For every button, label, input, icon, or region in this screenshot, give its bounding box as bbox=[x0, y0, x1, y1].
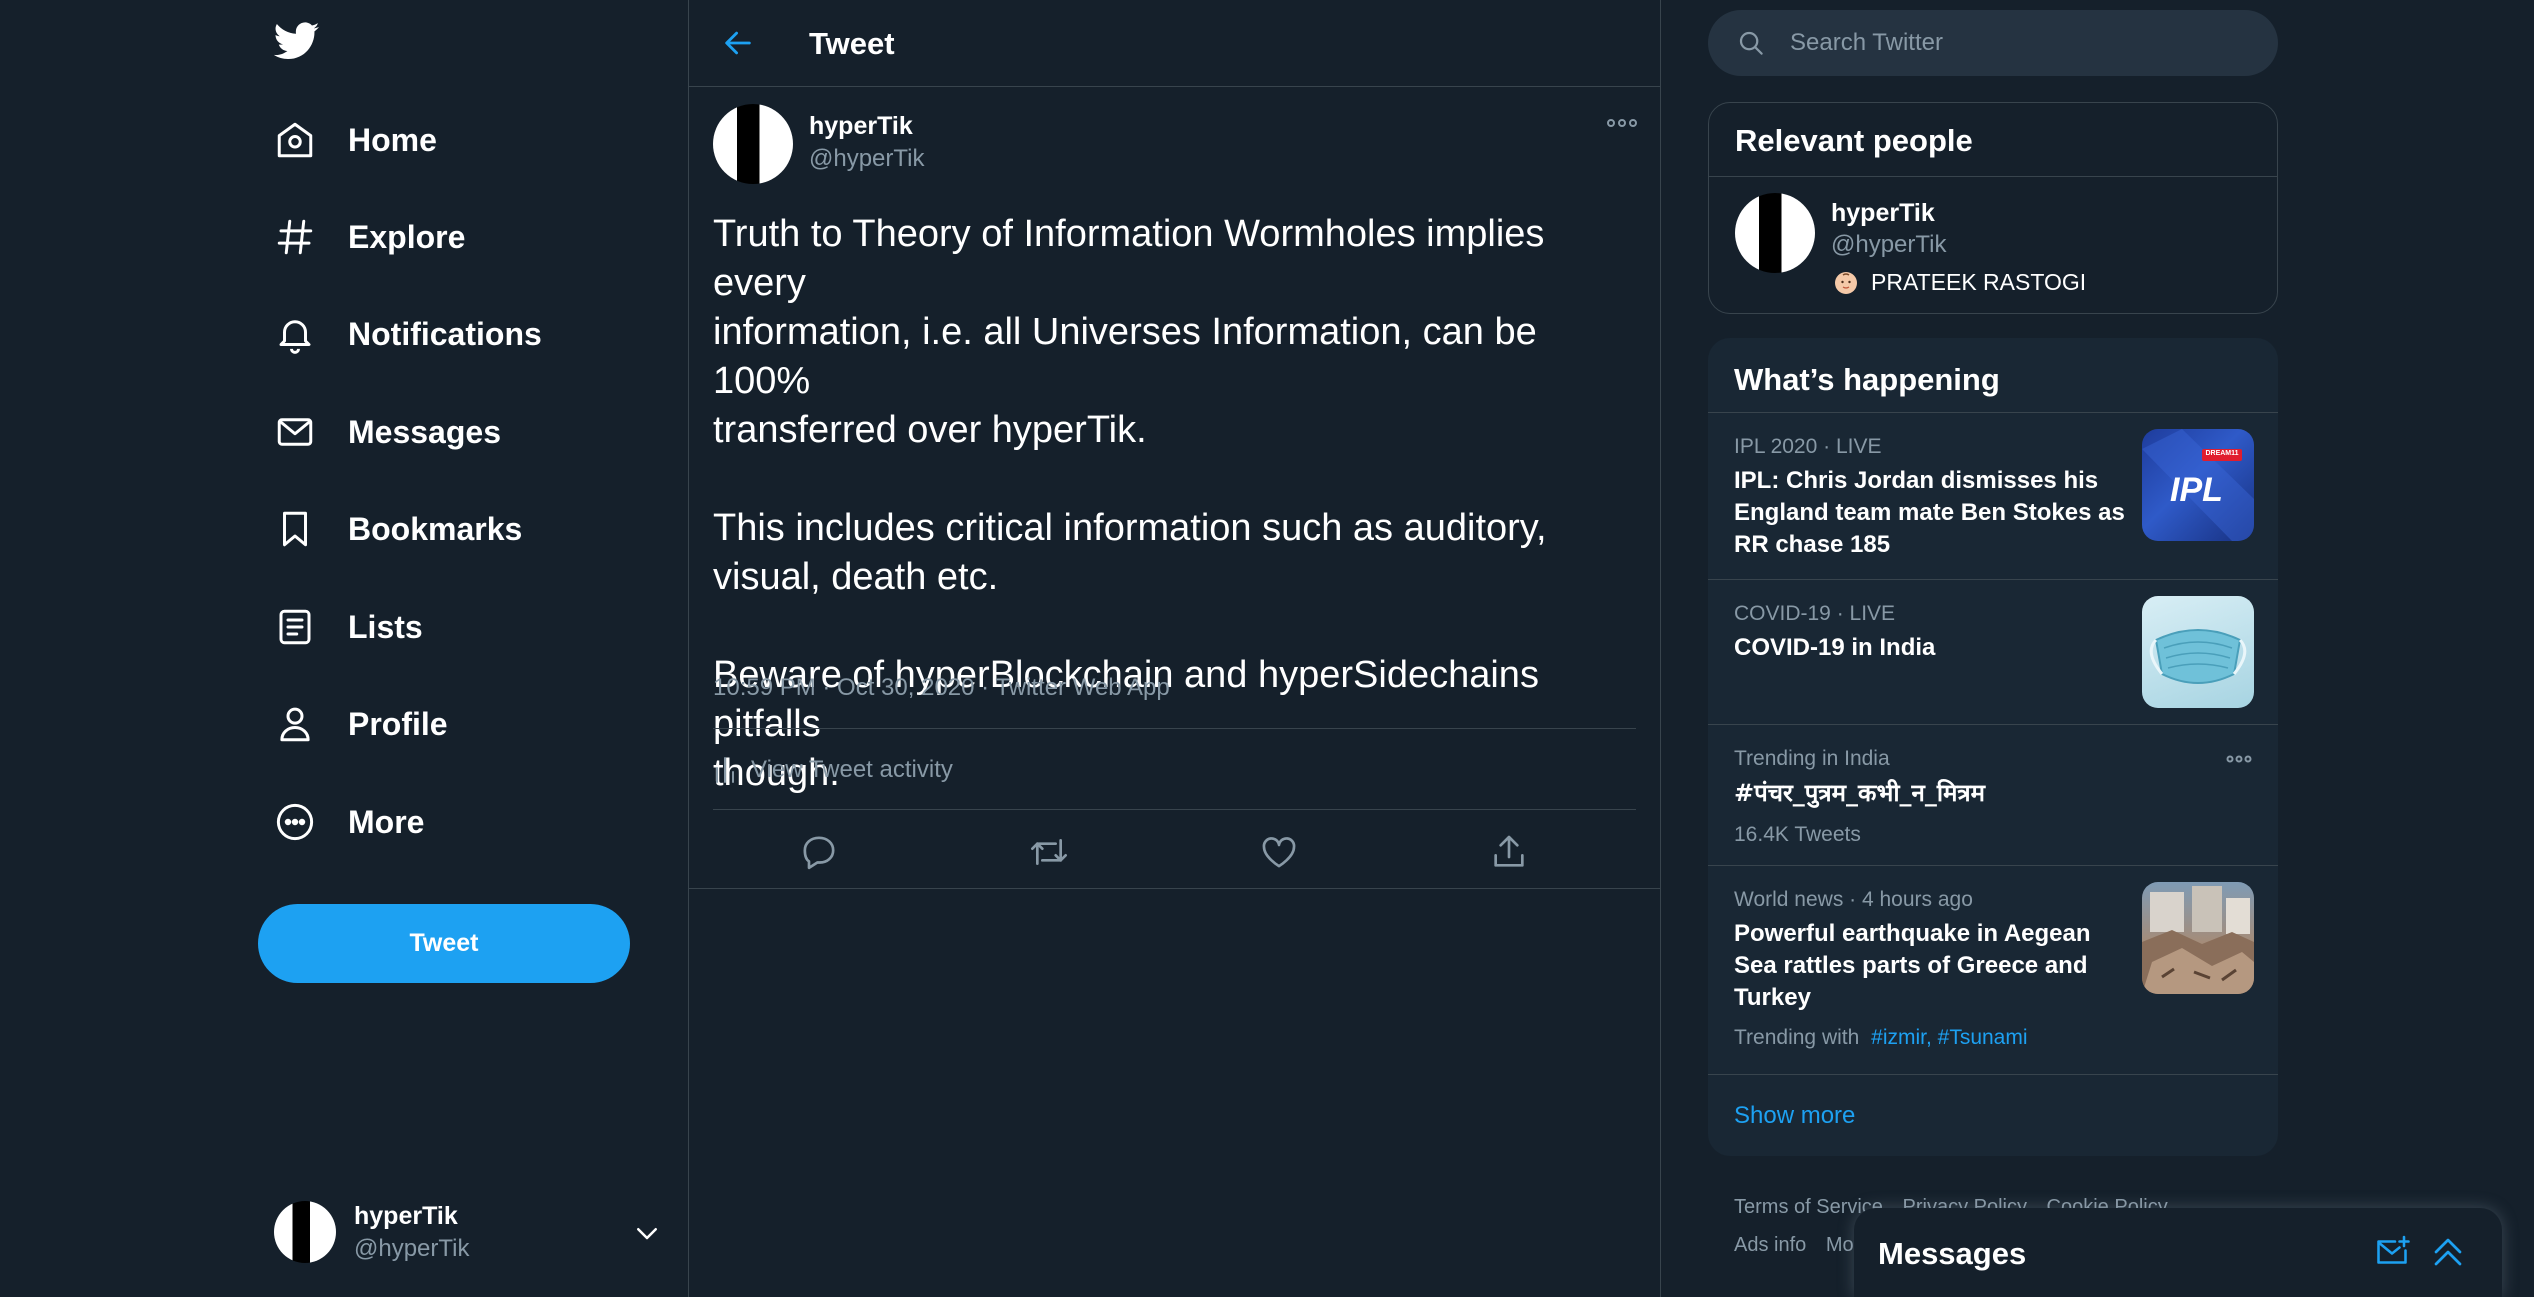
tweet-meta: 10:59 PM · Oct 30, 2020 · Twitter Web Ap… bbox=[713, 674, 1170, 701]
new-message-icon[interactable] bbox=[2374, 1234, 2410, 1270]
nav-messages-label: Messages bbox=[348, 413, 501, 450]
trend-context: Trending in India bbox=[1734, 747, 1890, 770]
person-icon bbox=[274, 703, 316, 745]
whats-happening-title: What’s happening bbox=[1734, 362, 2000, 397]
chevron-double-up-icon[interactable] bbox=[2430, 1234, 2466, 1270]
left-nav: Home Explore Notifications Messages Book… bbox=[258, 0, 688, 1297]
bar-chart-icon bbox=[713, 756, 737, 784]
trend-item[interactable]: IPL 2020 · LIVE IPL: Chris Jordan dismis… bbox=[1708, 413, 2278, 579]
trending-with-label: Trending with bbox=[1734, 1026, 1860, 1049]
trend-thumbnail: DREAM11 IPL bbox=[2142, 429, 2254, 541]
search-box[interactable] bbox=[1708, 10, 2278, 76]
view-tweet-activity[interactable]: View Tweet activity bbox=[713, 752, 953, 788]
nav-profile-label: Profile bbox=[348, 705, 448, 742]
trend-title: COVID-19 in India bbox=[1734, 634, 1936, 661]
more-dots-icon[interactable] bbox=[1606, 116, 1638, 130]
like-heart-icon[interactable] bbox=[1259, 832, 1299, 872]
tweet-button[interactable]: Tweet bbox=[258, 904, 630, 983]
bookmark-icon bbox=[274, 508, 316, 550]
divider bbox=[689, 888, 1660, 889]
nav-home-label: Home bbox=[348, 121, 437, 158]
ipl-logo-text: IPL bbox=[2170, 471, 2223, 509]
search-input[interactable] bbox=[1790, 29, 2230, 57]
envelope-icon bbox=[274, 411, 316, 453]
tweet-text: Truth to Theory of Information Wormholes… bbox=[713, 213, 1547, 794]
ipl-badge: DREAM11 bbox=[2205, 450, 2239, 457]
relevant-people-title: Relevant people bbox=[1735, 123, 1973, 158]
nav-bookmarks-label: Bookmarks bbox=[348, 510, 523, 547]
trend-hashtags-link[interactable]: #izmir, #Tsunami bbox=[1871, 1026, 2027, 1049]
nav-more[interactable]: More bbox=[274, 786, 424, 858]
view-tweet-activity-label: View Tweet activity bbox=[751, 756, 953, 783]
reply-icon[interactable] bbox=[799, 832, 839, 872]
trend-tweet-count: 16.4K Tweets bbox=[1734, 823, 1861, 846]
trend-item[interactable]: Trending in India #पंचर_पुत्रम_कभी_न_मित… bbox=[1708, 725, 2278, 865]
trend-context: World news · 4 hours ago bbox=[1734, 888, 1973, 911]
nav-messages[interactable]: Messages bbox=[274, 396, 501, 468]
more-circle-icon bbox=[274, 801, 316, 843]
nav-explore-label: Explore bbox=[348, 218, 466, 255]
more-dots-icon[interactable] bbox=[2226, 753, 2252, 765]
nav-more-label: More bbox=[348, 803, 425, 840]
hashtag-icon bbox=[274, 216, 316, 258]
chevron-down-icon bbox=[632, 1218, 662, 1248]
page-title: Tweet bbox=[809, 26, 895, 61]
divider bbox=[1709, 176, 2277, 177]
footer-more-link[interactable]: Mo bbox=[1826, 1234, 1854, 1256]
trend-title: Powerful earthquake in Aegean Sea rattle… bbox=[1734, 920, 2091, 1011]
tweet-header: Tweet bbox=[689, 0, 1660, 87]
trend-item[interactable]: COVID-19 · LIVE COVID-19 in India bbox=[1708, 580, 2278, 724]
person-bio-text: PRATEEK RASTOGI bbox=[1871, 269, 2087, 295]
tweet-author[interactable]: hyperTik @hyperTik bbox=[713, 88, 1638, 188]
tweet-actions bbox=[713, 822, 1636, 882]
avatar[interactable] bbox=[713, 104, 793, 184]
face-mask-thumbnail bbox=[2142, 596, 2254, 708]
show-more-link[interactable]: Show more bbox=[1734, 1102, 1855, 1130]
tweet-column: Tweet hyperTik @hyperTik Truth to Theory… bbox=[688, 0, 1661, 1297]
trend-title: IPL: Chris Jordan dismisses his England … bbox=[1734, 467, 2125, 558]
avatar[interactable] bbox=[1735, 193, 1815, 273]
retweet-icon[interactable] bbox=[1029, 832, 1069, 872]
avatar bbox=[274, 1201, 336, 1263]
twitter-logo-icon[interactable] bbox=[274, 18, 330, 74]
nav-profile[interactable]: Profile bbox=[274, 688, 448, 760]
person-bio: PRATEEK RASTOGI bbox=[1835, 269, 2086, 296]
whats-happening-card: What’s happening IPL 2020 · LIVE IPL: Ch… bbox=[1708, 338, 2278, 1156]
author-name[interactable]: hyperTik bbox=[809, 112, 913, 141]
account-name: hyperTik bbox=[354, 1201, 458, 1230]
share-icon[interactable] bbox=[1489, 832, 1529, 872]
divider bbox=[713, 809, 1636, 810]
trend-related: Trending with #izmir, #Tsunami bbox=[1734, 1026, 2028, 1050]
bell-icon bbox=[274, 313, 316, 355]
list-icon bbox=[274, 606, 316, 648]
account-switcher[interactable]: hyperTik @hyperTik bbox=[274, 1196, 684, 1268]
baby-face-emoji-icon bbox=[1835, 271, 1857, 294]
person-name[interactable]: hyperTik bbox=[1831, 199, 1935, 228]
earthquake-thumbnail bbox=[2142, 882, 2254, 994]
relevant-people-card: Relevant people hyperTik @hyperTik PRATE… bbox=[1708, 102, 2278, 314]
back-arrow-icon[interactable] bbox=[721, 26, 755, 60]
nav-bookmarks[interactable]: Bookmarks bbox=[274, 493, 522, 565]
divider bbox=[1708, 1074, 2278, 1075]
nav-lists-label: Lists bbox=[348, 608, 423, 645]
messages-drawer-title: Messages bbox=[1878, 1236, 2027, 1271]
nav-home[interactable]: Home bbox=[274, 104, 437, 176]
account-handle: @hyperTik bbox=[354, 1234, 470, 1262]
author-handle[interactable]: @hyperTik bbox=[809, 145, 925, 173]
divider bbox=[713, 728, 1636, 729]
nav-lists[interactable]: Lists bbox=[274, 591, 423, 663]
trend-title: #पंचर_पुत्रम_कभी_न_मित्रम bbox=[1734, 779, 1986, 807]
trend-context: COVID-19 · LIVE bbox=[1734, 602, 1896, 625]
right-sidebar: Relevant people hyperTik @hyperTik PRATE… bbox=[1708, 0, 2278, 1297]
nav-notifications-label: Notifications bbox=[348, 315, 542, 352]
home-icon bbox=[274, 119, 316, 161]
person-handle[interactable]: @hyperTik bbox=[1831, 231, 1947, 259]
trend-item[interactable]: World news · 4 hours ago Powerful earthq… bbox=[1708, 866, 2278, 1074]
trend-context: IPL 2020 · LIVE bbox=[1734, 435, 1882, 458]
footer-ads-info-link[interactable]: Ads info bbox=[1734, 1234, 1806, 1256]
nav-notifications[interactable]: Notifications bbox=[274, 298, 542, 370]
nav-explore[interactable]: Explore bbox=[274, 201, 465, 273]
search-icon bbox=[1736, 28, 1766, 58]
messages-drawer[interactable]: Messages bbox=[1854, 1208, 2502, 1297]
